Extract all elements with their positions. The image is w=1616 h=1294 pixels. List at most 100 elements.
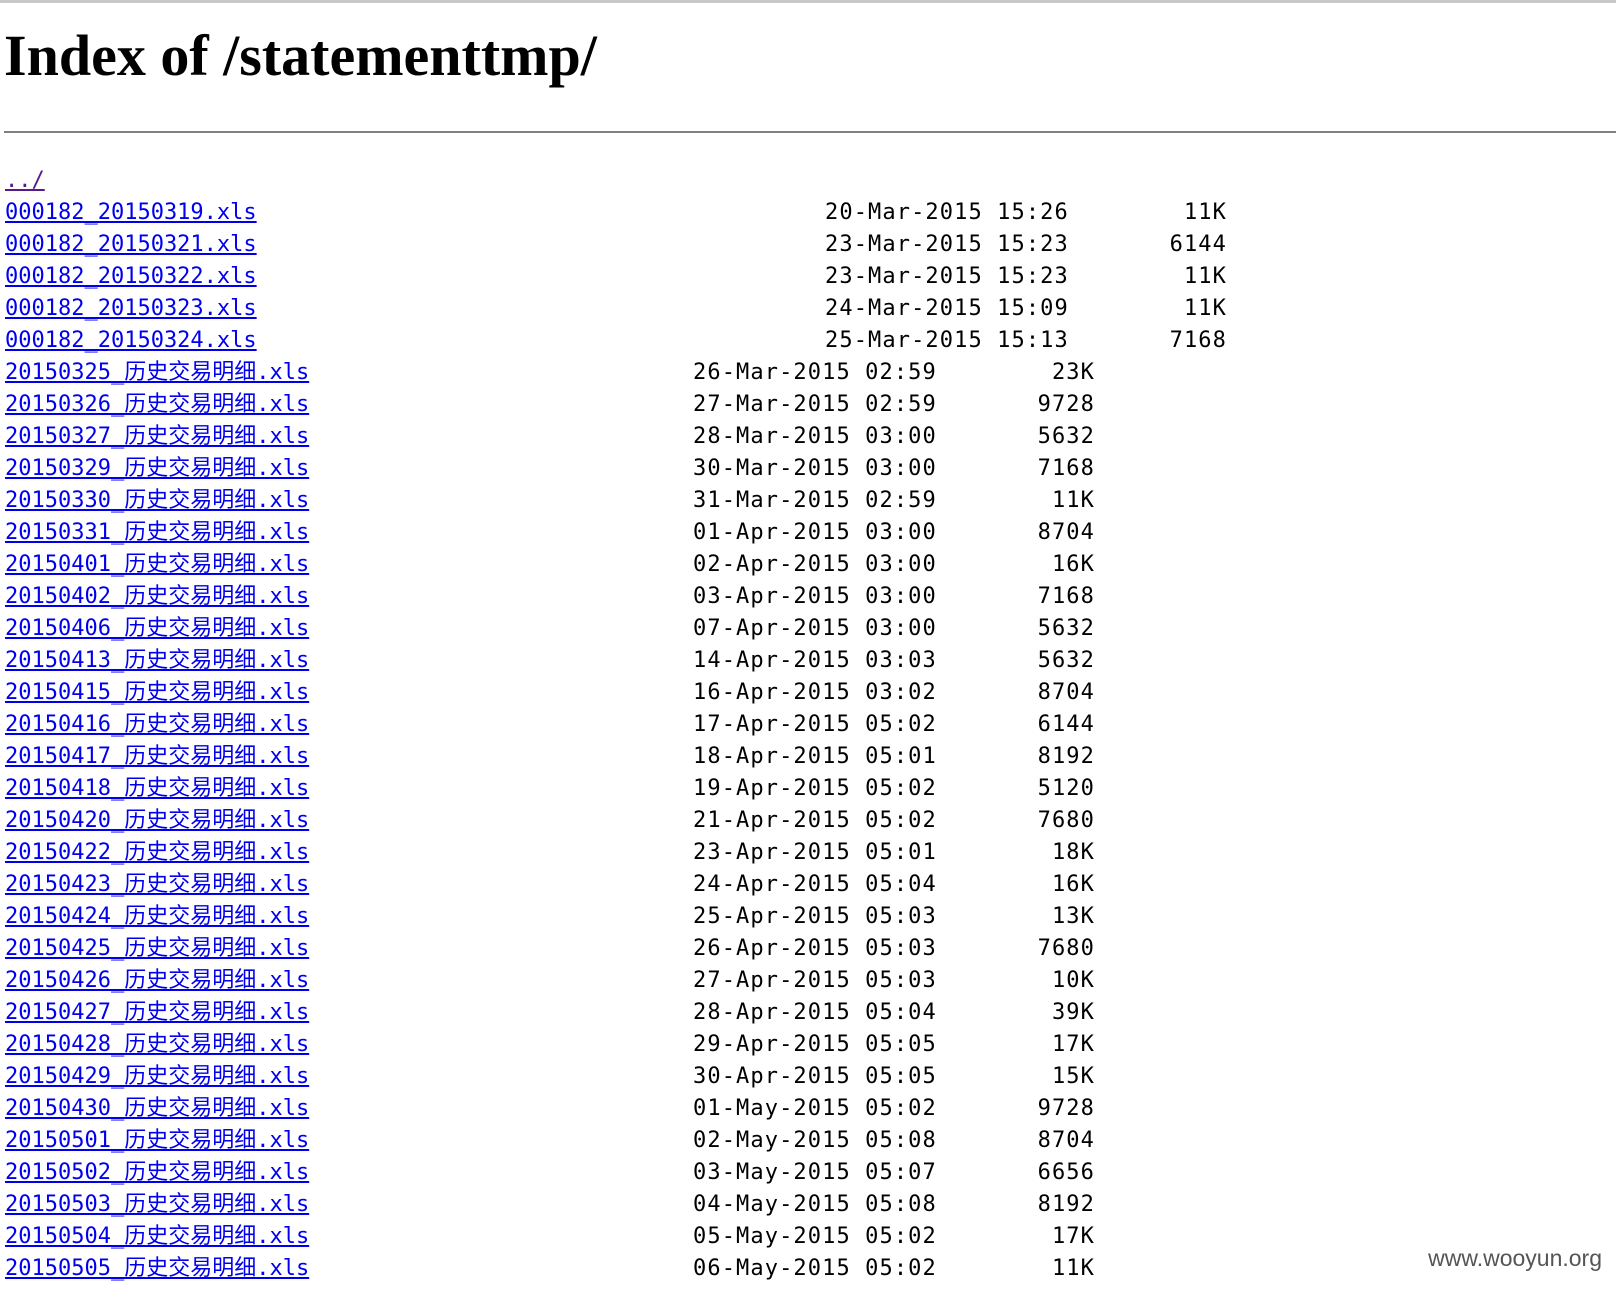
file-modified-date: 27-Mar-2015 02:59 (693, 392, 937, 417)
file-link[interactable]: 20150329_历史交易明细.xls (5, 453, 309, 485)
file-modified-date: 28-Mar-2015 03:00 (693, 424, 937, 449)
file-modified-date: 23-Mar-2015 15:23 (825, 264, 1069, 289)
parent-directory-row: ../ (5, 165, 1305, 197)
file-size: 6144 (1037, 712, 1095, 737)
file-size: 5120 (1037, 776, 1095, 801)
file-row: 20150402_历史交易明细.xls 03-Apr-2015 03:00 7168 (5, 581, 1305, 613)
file-link[interactable]: 000182_20150324.xls (5, 325, 257, 357)
file-link[interactable]: 20150502_历史交易明细.xls (5, 1157, 309, 1189)
file-row: 20150406_历史交易明细.xls 07-Apr-2015 03:00 5632 (5, 613, 1305, 645)
file-link[interactable]: 20150420_历史交易明细.xls (5, 805, 309, 837)
file-row: 20150426_历史交易明细.xls 27-Apr-2015 05:03 10K (5, 965, 1305, 997)
file-size: 7168 (1169, 328, 1227, 353)
file-size: 7168 (1037, 456, 1095, 481)
file-link[interactable]: 20150326_历史交易明细.xls (5, 389, 309, 421)
file-link[interactable]: 20150418_历史交易明细.xls (5, 773, 309, 805)
file-modified-date: 29-Apr-2015 05:05 (693, 1032, 937, 1057)
file-row: 20150329_历史交易明细.xls 30-Mar-2015 03:00 7168 (5, 453, 1305, 485)
file-link[interactable]: 20150406_历史交易明细.xls (5, 613, 309, 645)
file-row: 20150330_历史交易明细.xls 31-Mar-2015 02:59 11K (5, 485, 1305, 517)
file-link[interactable]: 20150501_历史交易明细.xls (5, 1125, 309, 1157)
file-modified-date: 03-Apr-2015 03:00 (693, 584, 937, 609)
file-link[interactable]: 20150423_历史交易明细.xls (5, 869, 309, 901)
file-link[interactable]: 20150417_历史交易明细.xls (5, 741, 309, 773)
watermark: www.wooyun.org (1422, 1243, 1608, 1274)
file-modified-date: 23-Mar-2015 15:23 (825, 232, 1069, 257)
file-row: 20150420_历史交易明细.xls 21-Apr-2015 05:02 7680 (5, 805, 1305, 837)
file-size: 9728 (1037, 392, 1095, 417)
file-size: 6656 (1037, 1160, 1095, 1185)
file-link[interactable]: 20150401_历史交易明细.xls (5, 549, 309, 581)
file-row: 20150502_历史交易明细.xls 03-May-2015 05:07 6656 (5, 1157, 1305, 1189)
file-size: 39K (1051, 1000, 1095, 1025)
file-modified-date: 24-Mar-2015 15:09 (825, 296, 1069, 321)
file-link[interactable]: 20150430_历史交易明细.xls (5, 1093, 309, 1125)
file-row: 20150423_历史交易明细.xls 24-Apr-2015 05:04 16K (5, 869, 1305, 901)
file-link[interactable]: 20150428_历史交易明细.xls (5, 1029, 309, 1061)
file-row: 20150325_历史交易明细.xls 26-Mar-2015 02:59 23K (5, 357, 1305, 389)
directory-listing: ../ 000182_20150319.xls 20-Mar-2015 15:26… (5, 165, 1305, 1285)
file-row: 20150417_历史交易明细.xls 18-Apr-2015 05:01 8192 (5, 741, 1305, 773)
file-modified-date: 07-Apr-2015 03:00 (693, 616, 937, 641)
file-row: 20150326_历史交易明细.xls 27-Mar-2015 02:59 9728 (5, 389, 1305, 421)
file-row: 000182_20150321.xls 23-Mar-2015 15:23 6144 (5, 229, 1305, 261)
file-link[interactable]: 20150416_历史交易明细.xls (5, 709, 309, 741)
file-link[interactable]: 20150402_历史交易明细.xls (5, 581, 309, 613)
parent-directory-link[interactable]: ../ (5, 165, 45, 197)
file-link[interactable]: 20150424_历史交易明细.xls (5, 901, 309, 933)
file-link[interactable]: 20150426_历史交易明细.xls (5, 965, 309, 997)
file-row: 20150413_历史交易明细.xls 14-Apr-2015 03:03 5632 (5, 645, 1305, 677)
file-link[interactable]: 20150504_历史交易明细.xls (5, 1221, 309, 1253)
file-size: 8192 (1037, 744, 1095, 769)
file-link[interactable]: 20150505_历史交易明细.xls (5, 1253, 309, 1285)
file-row: 20150416_历史交易明细.xls 17-Apr-2015 05:02 6144 (5, 709, 1305, 741)
file-link[interactable]: 20150327_历史交易明细.xls (5, 421, 309, 453)
file-modified-date: 30-Apr-2015 05:05 (693, 1064, 937, 1089)
file-link[interactable]: 000182_20150319.xls (5, 197, 257, 229)
file-size: 7680 (1037, 936, 1095, 961)
file-modified-date: 19-Apr-2015 05:02 (693, 776, 937, 801)
file-row: 20150422_历史交易明细.xls 23-Apr-2015 05:01 18K (5, 837, 1305, 869)
file-row: 000182_20150319.xls 20-Mar-2015 15:26 11K (5, 197, 1305, 229)
file-size: 17K (1051, 1224, 1095, 1249)
file-size: 18K (1051, 840, 1095, 865)
file-row: 20150501_历史交易明细.xls 02-May-2015 05:08 8704 (5, 1125, 1305, 1157)
file-row: 20150425_历史交易明细.xls 26-Apr-2015 05:03 7680 (5, 933, 1305, 965)
file-modified-date: 20-Mar-2015 15:26 (825, 200, 1069, 225)
file-size: 17K (1051, 1032, 1095, 1057)
file-link[interactable]: 20150330_历史交易明细.xls (5, 485, 309, 517)
file-link[interactable]: 20150422_历史交易明细.xls (5, 837, 309, 869)
file-link[interactable]: 20150413_历史交易明细.xls (5, 645, 309, 677)
top-border (0, 0, 1616, 3)
file-modified-date: 26-Apr-2015 05:03 (693, 936, 937, 961)
file-size: 11K (1183, 200, 1227, 225)
file-modified-date: 21-Apr-2015 05:02 (693, 808, 937, 833)
file-modified-date: 23-Apr-2015 05:01 (693, 840, 937, 865)
file-link[interactable]: 000182_20150321.xls (5, 229, 257, 261)
file-size: 7680 (1037, 808, 1095, 833)
file-link[interactable]: 20150427_历史交易明细.xls (5, 997, 309, 1029)
file-row: 20150503_历史交易明细.xls 04-May-2015 05:08 8192 (5, 1189, 1305, 1221)
file-size: 11K (1051, 1256, 1095, 1281)
file-modified-date: 02-May-2015 05:08 (693, 1128, 937, 1153)
file-size: 5632 (1037, 648, 1095, 673)
file-modified-date: 14-Apr-2015 03:03 (693, 648, 937, 673)
file-link[interactable]: 20150503_历史交易明细.xls (5, 1189, 309, 1221)
file-row: 20150401_历史交易明细.xls 02-Apr-2015 03:00 16K (5, 549, 1305, 581)
file-link[interactable]: 20150425_历史交易明细.xls (5, 933, 309, 965)
file-size: 5632 (1037, 616, 1095, 641)
file-link[interactable]: 000182_20150323.xls (5, 293, 257, 325)
file-link[interactable]: 20150429_历史交易明细.xls (5, 1061, 309, 1093)
file-modified-date: 26-Mar-2015 02:59 (693, 360, 937, 385)
file-size: 16K (1051, 552, 1095, 577)
file-modified-date: 31-Mar-2015 02:59 (693, 488, 937, 513)
file-link[interactable]: 20150415_历史交易明细.xls (5, 677, 309, 709)
file-link[interactable]: 20150325_历史交易明细.xls (5, 357, 309, 389)
file-link[interactable]: 000182_20150322.xls (5, 261, 257, 293)
file-row: 20150331_历史交易明细.xls 01-Apr-2015 03:00 8704 (5, 517, 1305, 549)
file-modified-date: 02-Apr-2015 03:00 (693, 552, 937, 577)
file-size: 8704 (1037, 1128, 1095, 1153)
file-size: 7168 (1037, 584, 1095, 609)
file-row: 20150429_历史交易明细.xls 30-Apr-2015 05:05 15K (5, 1061, 1305, 1093)
file-link[interactable]: 20150331_历史交易明细.xls (5, 517, 309, 549)
